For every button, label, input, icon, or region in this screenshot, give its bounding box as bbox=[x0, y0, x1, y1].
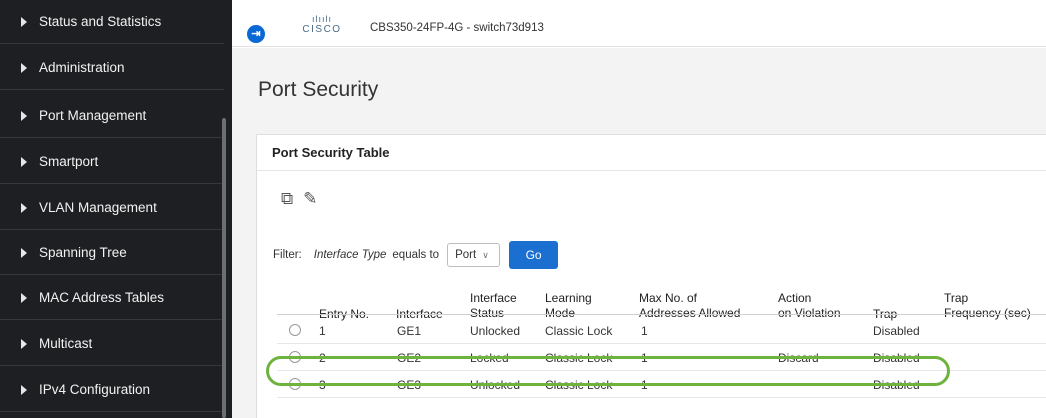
sidebar-item-label: IPv4 Configuration bbox=[39, 382, 151, 397]
logo-text: CISCO bbox=[302, 24, 342, 35]
sidebar-item-label: Status and Statistics bbox=[39, 14, 162, 29]
cell-max: 1 bbox=[641, 324, 648, 338]
sidebar-item-label: MAC Address Tables bbox=[39, 290, 165, 305]
sidebar-item-label: Smartport bbox=[39, 154, 99, 169]
sidebar-item-label: Multicast bbox=[39, 336, 93, 351]
cell-trap: Disabled bbox=[873, 324, 920, 338]
cell-mode: Classic Lock bbox=[545, 324, 613, 338]
row-highlight-annotation bbox=[266, 356, 950, 386]
col-action-line1: Action bbox=[778, 291, 812, 305]
col-trap-frequency-line1: Trap bbox=[944, 291, 969, 305]
sidebar-item-status-and-statistics[interactable]: Status and Statistics bbox=[0, 0, 224, 44]
sidebar: Status and Statistics Administration Por… bbox=[0, 0, 232, 418]
caret-right-icon bbox=[21, 202, 27, 213]
col-max-addresses-line1: Max No. of bbox=[639, 291, 698, 305]
sidebar-item-label: Spanning Tree bbox=[39, 245, 127, 260]
copy-settings-icon[interactable]: ⧉ bbox=[281, 189, 293, 209]
caret-right-icon bbox=[21, 247, 27, 258]
sidebar-item-label: VLAN Management bbox=[39, 200, 157, 215]
go-button[interactable]: Go bbox=[509, 241, 559, 269]
sidebar-item-spanning-tree[interactable]: Spanning Tree bbox=[0, 231, 224, 275]
col-interface-status-line1: Interface bbox=[470, 291, 517, 305]
cell-interface: GE1 bbox=[397, 324, 422, 338]
sidebar-item-vlan-management[interactable]: VLAN Management bbox=[0, 186, 224, 230]
caret-right-icon bbox=[21, 292, 27, 303]
sidebar-item-label: Port Management bbox=[39, 108, 147, 123]
sidebar-item-ipv4-configuration[interactable]: IPv4 Configuration bbox=[0, 368, 224, 412]
table-row[interactable]: 1 GE1 Unlocked Classic Lock 1 Disabled bbox=[277, 317, 1046, 344]
menu-toggle-icon[interactable]: ⇥ bbox=[247, 25, 265, 43]
col-learning-mode-line1: Learning bbox=[545, 291, 592, 305]
chevron-down-icon: ∨ bbox=[482, 249, 489, 260]
app-header: ⇥ ılıılı CISCO CBS350-24FP-4G - switch73… bbox=[232, 0, 1046, 47]
filter-row: Filter: Interface Type equals to Port ∨ … bbox=[273, 241, 559, 269]
caret-right-icon bbox=[21, 110, 27, 121]
table-header-divider bbox=[277, 314, 1046, 315]
filter-operator: equals to bbox=[392, 249, 440, 261]
filter-field: Interface Type bbox=[313, 249, 387, 261]
device-name: CBS350-24FP-4G - switch73d913 bbox=[370, 22, 544, 34]
sidebar-scrollbar[interactable] bbox=[222, 118, 226, 418]
filter-label: Filter: bbox=[273, 249, 302, 261]
caret-right-icon bbox=[21, 16, 27, 27]
cisco-logo: ılıılı CISCO bbox=[298, 15, 346, 36]
page-title: Port Security bbox=[258, 78, 379, 101]
filter-select[interactable]: Port ∨ bbox=[447, 243, 501, 267]
cell-status: Unlocked bbox=[470, 324, 521, 338]
logo-bars: ılıılı bbox=[311, 14, 332, 24]
caret-right-icon bbox=[21, 156, 27, 167]
caret-right-icon bbox=[21, 338, 27, 349]
toolbar: ⧉ ✎ bbox=[281, 189, 317, 209]
sidebar-item-port-management[interactable]: Port Management bbox=[0, 94, 224, 138]
sidebar-item-multicast[interactable]: Multicast bbox=[0, 322, 224, 366]
panel-title: Port Security Table bbox=[257, 135, 1046, 171]
caret-right-icon bbox=[21, 62, 27, 73]
sidebar-item-label: Administration bbox=[39, 60, 125, 75]
row-radio[interactable] bbox=[289, 324, 301, 336]
sidebar-item-smartport[interactable]: Smartport bbox=[0, 140, 224, 184]
sidebar-item-administration[interactable]: Administration bbox=[0, 46, 224, 90]
filter-select-value: Port bbox=[455, 249, 477, 261]
edit-icon[interactable]: ✎ bbox=[303, 189, 317, 209]
sidebar-item-mac-address-tables[interactable]: MAC Address Tables bbox=[0, 276, 224, 320]
cell-entry: 1 bbox=[319, 324, 326, 338]
caret-right-icon bbox=[21, 384, 27, 395]
